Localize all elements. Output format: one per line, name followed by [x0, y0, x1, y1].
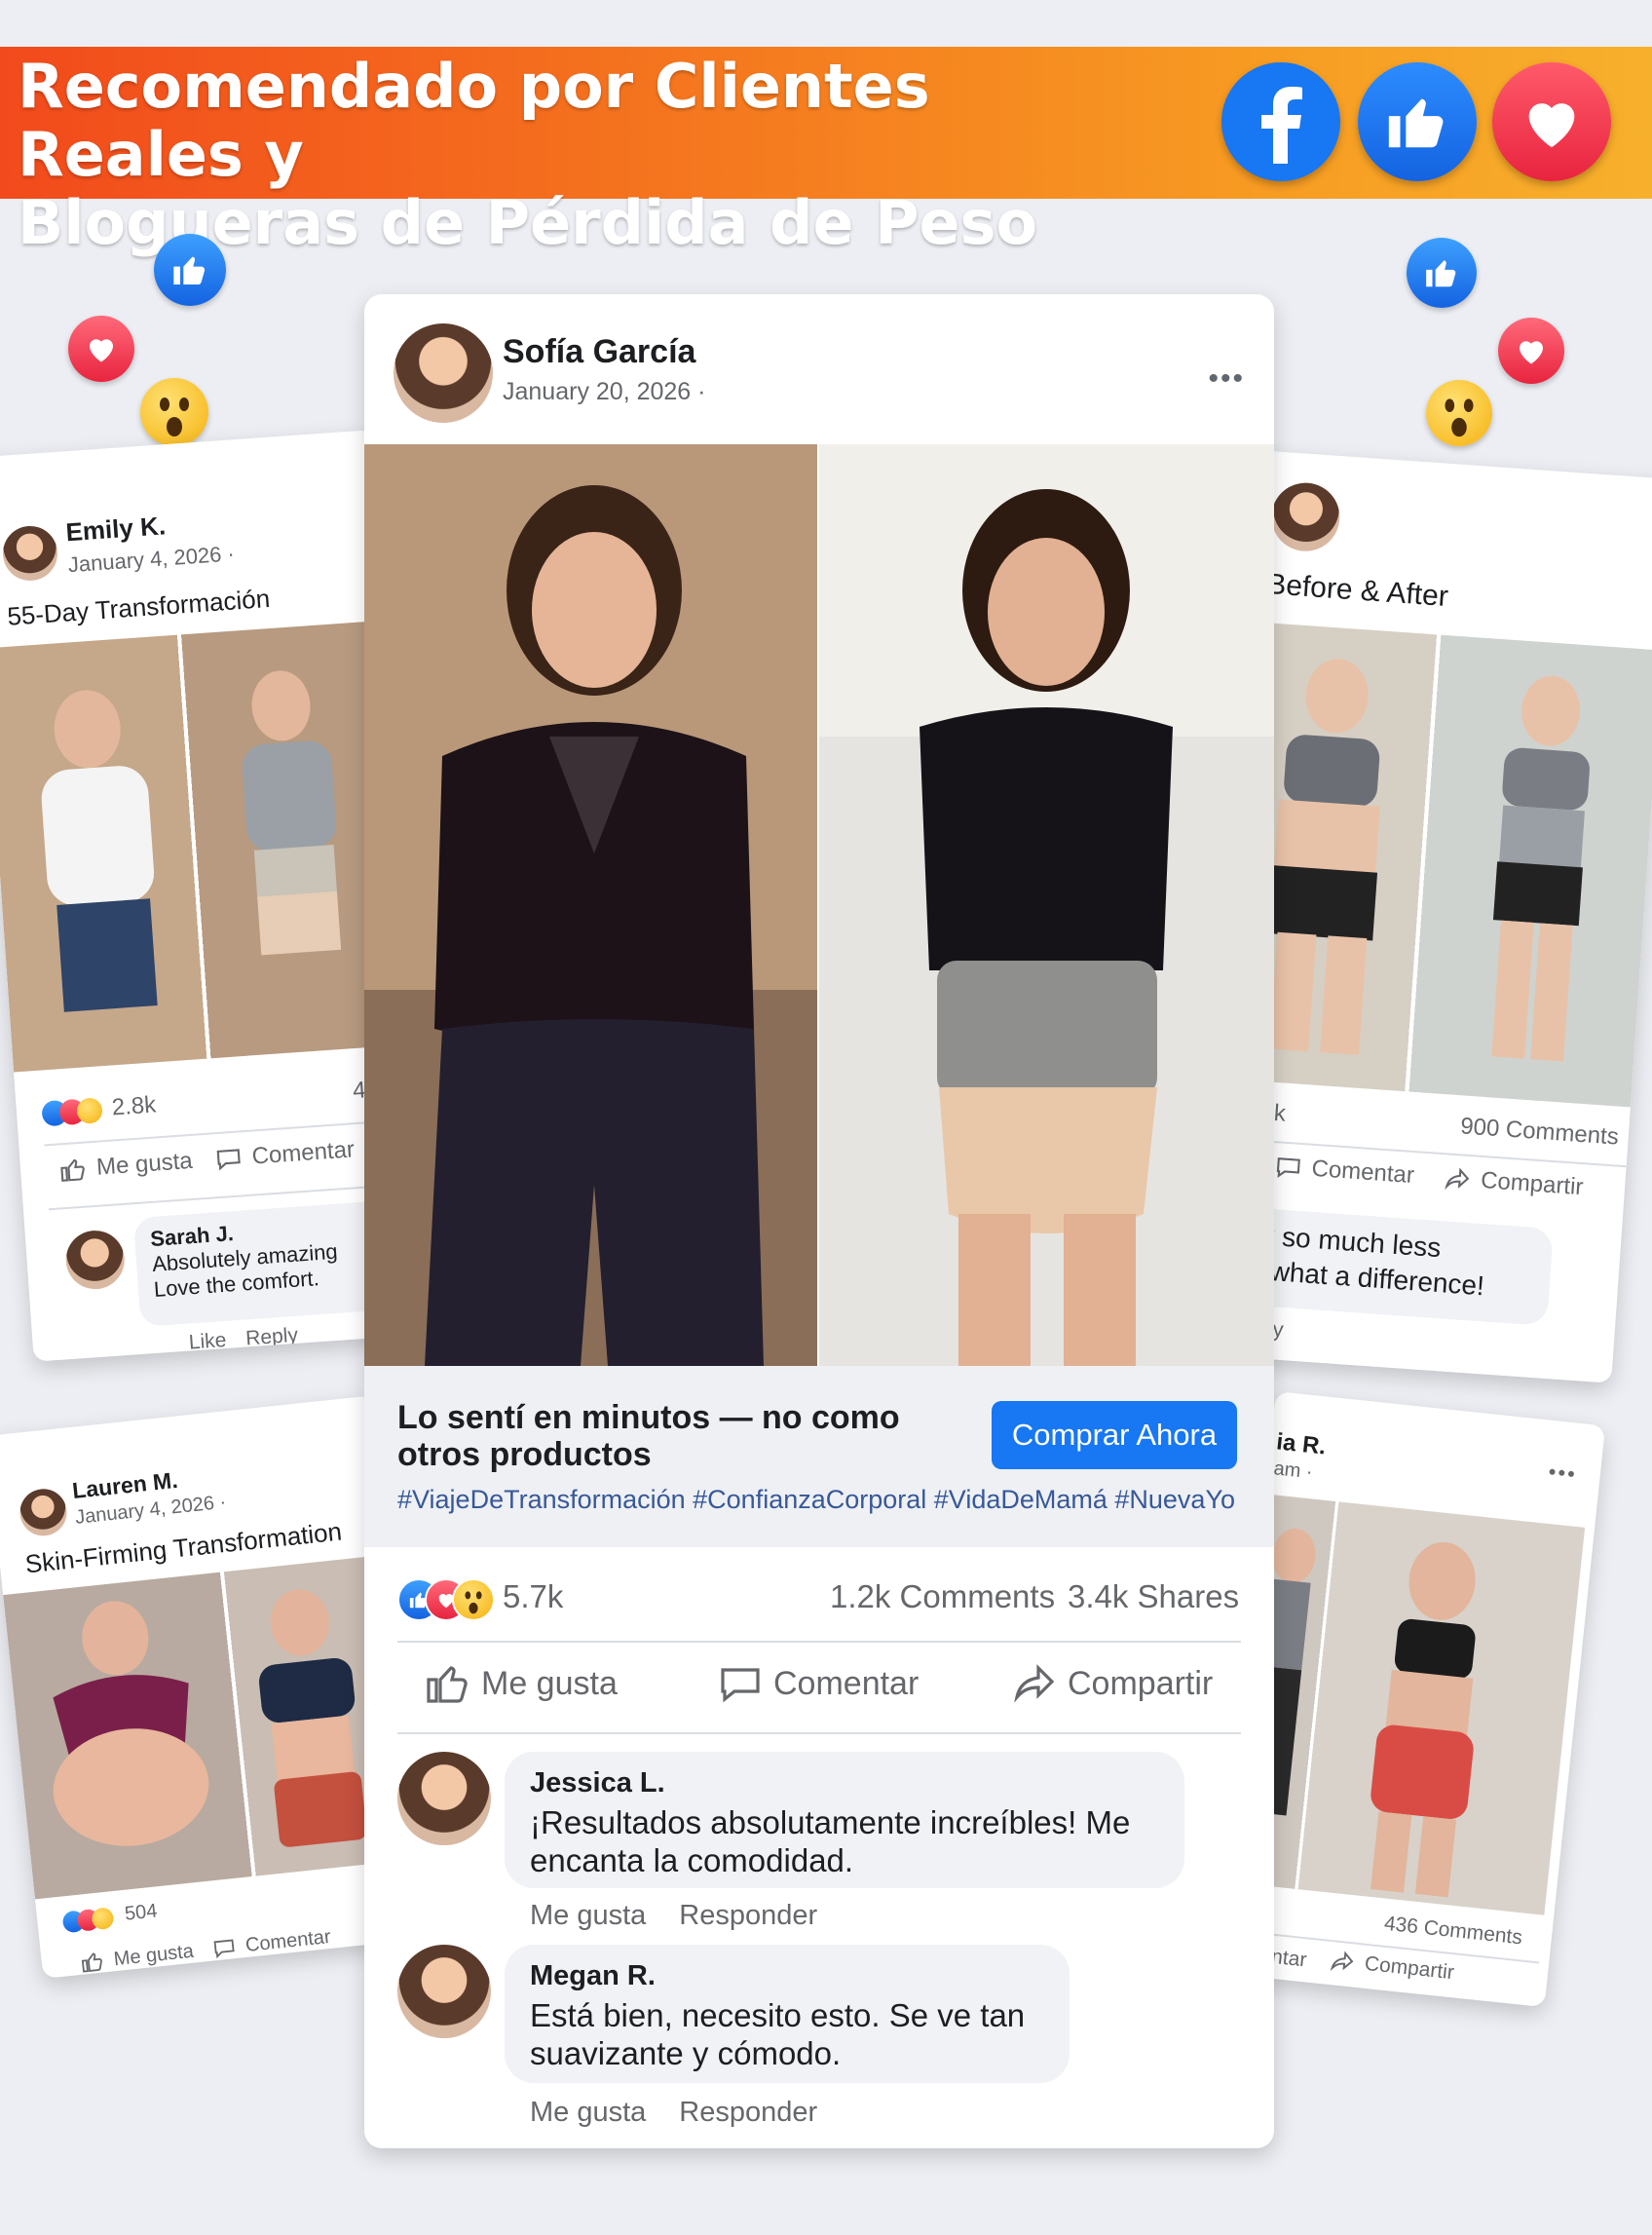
before-after-photo	[0, 620, 417, 1073]
reactions-count[interactable]: 5.7k	[503, 1578, 563, 1615]
more-options-button[interactable]: •••	[1208, 362, 1245, 396]
like-button[interactable]: Me gusta	[58, 1147, 194, 1184]
avatar	[63, 1229, 127, 1292]
floating-wow-icon	[140, 378, 208, 446]
more-options-button[interactable]: •••	[1547, 1459, 1579, 1488]
floating-love-icon	[1498, 318, 1564, 384]
comment-button[interactable]: Comentar	[1274, 1153, 1415, 1190]
wow-reaction-icon	[76, 1097, 103, 1124]
share-button[interactable]: Compartir	[1011, 1660, 1213, 1707]
post-date: January 4, 2026 ·	[67, 541, 236, 578]
avatar	[18, 1486, 69, 1538]
avatar[interactable]	[397, 1752, 491, 1845]
comment-button[interactable]: Comentar	[717, 1660, 919, 1707]
before-after-photo	[1212, 621, 1652, 1108]
post-author[interactable]: Sofía García	[503, 333, 695, 371]
comment-like-link[interactable]: Like	[188, 1329, 227, 1355]
banner-title: Recomendado por Clientes Reales y Blogue…	[18, 53, 1167, 257]
comment-text: ¡Resultados absolutamente increíbles! Me…	[530, 1804, 1131, 1878]
post-title: Before & After	[1265, 568, 1449, 614]
facebook-icon	[1221, 62, 1340, 181]
comment-label: Comentar	[244, 1925, 332, 1956]
comment-reply-link[interactable]: Responder	[679, 2097, 817, 2129]
comment-bubble: Jessica L. ¡Resultados absolutamente inc…	[505, 1752, 1184, 1888]
post-date: am ·	[1272, 1458, 1314, 1484]
post-caption: Lo sentí en minutos — no como otros prod…	[397, 1399, 900, 1473]
share-outline-icon	[1014, 1664, 1055, 1703]
caption-band: Lo sentí en minutos — no como otros prod…	[364, 1366, 1274, 1547]
thumbs-up-outline-icon	[427, 1666, 468, 1703]
before-after-photo	[364, 444, 1274, 1366]
comment-button[interactable]: Comentar	[211, 1925, 332, 1961]
comment-label: Comentar	[773, 1664, 920, 1702]
heart-icon	[1492, 62, 1611, 181]
comment-label: Comentar	[1310, 1155, 1415, 1190]
comment-bubble: Megan R. Está bien, necesito esto. Se ve…	[505, 1945, 1070, 2083]
hashtags[interactable]: #ViajeDeTransformación #ConfianzaCorpora…	[397, 1485, 1235, 1515]
comments-count[interactable]: 900 Comments	[1459, 1113, 1619, 1151]
share-button[interactable]: Compartir	[1443, 1164, 1584, 1201]
main-post-card: Sofía García January 20, 2026 · ••• Lo s…	[364, 294, 1274, 2148]
share-outline-icon	[1330, 1951, 1354, 1972]
like-button[interactable]: Me gusta	[425, 1660, 618, 1707]
comment-reply-link[interactable]: Responder	[679, 1900, 817, 1932]
share-outline-icon	[1445, 1167, 1470, 1191]
floating-love-icon	[68, 316, 134, 382]
thumbs-up-outline-icon	[81, 1952, 102, 1973]
share-label: Compartir	[1363, 1951, 1456, 1985]
post-title: 55-Day Transformación	[6, 583, 272, 631]
reactions-count[interactable]: 504	[124, 1900, 159, 1925]
reactions-row: 2.8k 450	[41, 1073, 394, 1136]
before-after-photo	[3, 1554, 423, 1900]
buy-now-button[interactable]: Comprar Ahora	[992, 1401, 1237, 1469]
comment-text: Está bien, necesito esto. Se ve tan suav…	[530, 1997, 1026, 2071]
avatar	[1, 524, 59, 583]
wow-reaction-icon	[452, 1578, 495, 1621]
commenter-name[interactable]: Jessica L.	[530, 1767, 1159, 1799]
like-label: Me gusta	[95, 1147, 194, 1181]
reactions-count[interactable]: 2.8k	[111, 1091, 157, 1121]
divider	[397, 1641, 1241, 1643]
post-author[interactable]: ia R.	[1275, 1428, 1327, 1460]
comment-button[interactable]: Comentar	[214, 1136, 356, 1173]
thumbs-up-outline-icon	[60, 1158, 85, 1182]
share-label: Compartir	[1480, 1166, 1585, 1201]
banner-title-line1: Recomendado por Clientes Reales y	[18, 51, 930, 190]
mirror-photo	[1224, 1494, 1586, 1915]
commenter-name[interactable]: Megan R.	[530, 1960, 1044, 1992]
divider	[397, 1732, 1241, 1734]
thumbs-up-icon	[1358, 62, 1477, 181]
avatar	[1268, 480, 1342, 554]
comment-reply-link[interactable]: Reply	[244, 1324, 298, 1351]
like-button[interactable]: Me gusta	[80, 1940, 195, 1975]
post-author[interactable]: Emily K.	[65, 511, 168, 548]
avatar[interactable]	[397, 1945, 491, 2038]
share-label: Compartir	[1068, 1664, 1214, 1702]
comment-outline-icon	[213, 1939, 235, 1959]
like-label: Me gusta	[112, 1940, 195, 1970]
comments-count[interactable]: 436 Comments	[1383, 1913, 1523, 1951]
floating-like-icon	[154, 234, 226, 306]
comment-like-link[interactable]: Me gusta	[530, 1900, 646, 1932]
floating-wow-icon	[1426, 380, 1492, 446]
shares-count[interactable]: 3.4k Shares	[1068, 1578, 1239, 1615]
post-date: January 20, 2026 ·	[503, 378, 706, 405]
comment-outline-icon	[1276, 1157, 1300, 1178]
reactions-row: 5.7k 1.2k Comments 3.4k Shares	[397, 1572, 1241, 1621]
comment-outline-icon	[721, 1668, 760, 1703]
like-label: Me gusta	[481, 1664, 618, 1702]
comment-outline-icon	[216, 1149, 241, 1171]
share-button[interactable]: Compartir	[1329, 1948, 1455, 1986]
comment-label: Comentar	[250, 1136, 356, 1170]
avatar[interactable]	[394, 323, 493, 423]
comments-count[interactable]: 1.2k Comments	[830, 1578, 1055, 1615]
comment-like-link[interactable]: Me gusta	[530, 2097, 646, 2129]
floating-like-icon	[1407, 238, 1477, 308]
